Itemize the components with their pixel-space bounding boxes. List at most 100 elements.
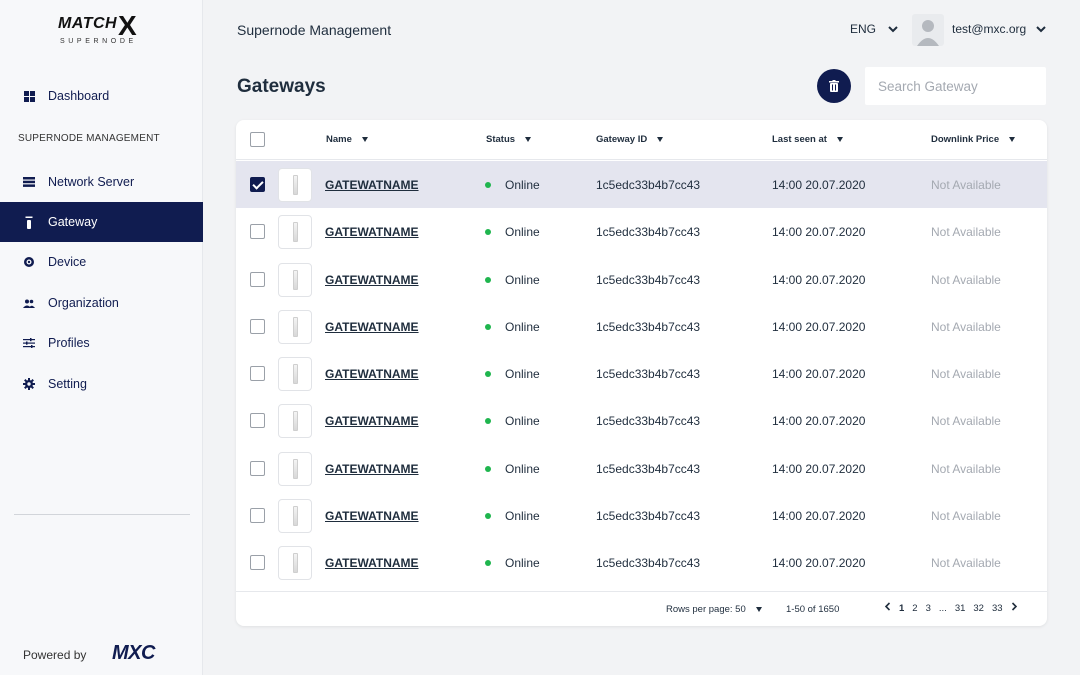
column-header-downlink-price[interactable]: Downlink Price — [931, 134, 1016, 145]
status-dot — [485, 276, 491, 283]
delete-button[interactable] — [817, 69, 851, 103]
trash-icon — [829, 80, 839, 92]
status-dot — [485, 229, 491, 236]
column-label: Status — [486, 134, 516, 145]
row-checkbox[interactable] — [250, 271, 265, 287]
table-row[interactable]: GATEWATNAME Online 1c5edc33b4b7cc43 14:00 2… — [236, 161, 1047, 208]
chevron-down-icon — [888, 22, 898, 36]
sidebar-item-gateway[interactable]: Gateway — [0, 202, 203, 242]
status-text: Online — [505, 461, 540, 476]
table-row[interactable]: GATEWATNAME Online 1c5edc33b4b7cc43 14:00 2… — [236, 492, 1047, 539]
status-dot — [485, 465, 491, 472]
gateway-thumbnail — [278, 262, 312, 297]
table-row[interactable]: GATEWATNAME Online 1c5edc33b4b7cc43 14:00 2… — [236, 445, 1047, 492]
downlink-price: Not Available — [931, 319, 1001, 334]
sort-caret-icon — [361, 137, 368, 142]
sidebar-item-label: Network Server — [48, 175, 135, 189]
gateway-name-link[interactable]: GATEWATNAME — [325, 509, 419, 523]
column-header-last-seen[interactable]: Last seen at — [772, 134, 843, 145]
sidebar: MATCH X SUPERNODE Dashboard SUPERNODE MA… — [0, 0, 203, 675]
dropdown-caret-icon — [755, 607, 762, 612]
sidebar-item-organization[interactable]: Organization — [0, 283, 203, 323]
table-row[interactable]: GATEWATNAME Online 1c5edc33b4b7cc43 14:00 2… — [236, 539, 1047, 586]
gateway-device-icon — [292, 458, 298, 479]
row-checkbox[interactable] — [250, 413, 265, 429]
gateway-id: 1c5edc33b4b7cc43 — [596, 461, 701, 476]
last-seen: 14:00 20.07.2020 — [772, 367, 866, 381]
gateway-thumbnail — [278, 451, 312, 486]
gateway-name-link[interactable]: GATEWATNAME — [325, 462, 419, 476]
column-label: Last seen at — [772, 134, 827, 145]
table-footer: Rows per page: 50 1-50 of 1650 1 2 3... 31 3… — [236, 591, 1047, 626]
pagination-range: 1-50 of 1650 — [786, 604, 840, 615]
sidebar-item-setting[interactable]: Setting — [0, 364, 203, 404]
search-input[interactable] — [865, 67, 1046, 105]
next-page-icon[interactable] — [1007, 602, 1022, 614]
row-checkbox[interactable] — [250, 366, 265, 381]
gateway-device-icon — [292, 222, 298, 243]
row-checkbox[interactable] — [250, 177, 265, 192]
status-text: Online — [505, 556, 540, 570]
page-title: Gateways — [237, 76, 326, 97]
user-menu[interactable]: test@mxc.org — [952, 22, 1046, 36]
status-dot — [485, 512, 491, 519]
table-row[interactable]: GATEWATNAME Online 1c5edc33b4b7cc43 14:00 2… — [236, 397, 1047, 444]
language-label: ENG — [850, 22, 877, 36]
user-avatar-icon — [917, 20, 939, 46]
page-number[interactable]: 3 — [922, 603, 935, 614]
sidebar-item-profiles[interactable]: Profiles — [0, 323, 203, 363]
page-number[interactable]: 33 — [988, 603, 1007, 614]
gateway-name-link[interactable]: GATEWATNAME — [325, 320, 419, 334]
column-header-status[interactable]: Status — [486, 134, 532, 145]
sidebar-item-dashboard[interactable]: Dashboard — [0, 76, 203, 116]
gateway-name-link[interactable]: GATEWATNAME — [325, 225, 419, 239]
gateway-id: 1c5edc33b4b7cc43 — [596, 178, 701, 192]
gateway-thumbnail — [278, 498, 312, 533]
gear-icon — [22, 377, 36, 391]
sidebar-item-label: Profiles — [48, 336, 90, 350]
pagination: 1 2 3... 31 32 33 — [880, 602, 1022, 614]
status-text: Online — [505, 272, 540, 287]
language-selector[interactable]: ENG — [850, 22, 898, 36]
select-all-checkbox[interactable] — [250, 132, 265, 147]
gateway-device-icon — [292, 411, 298, 432]
gateway-name-link[interactable]: GATEWATNAME — [325, 178, 419, 192]
page-number[interactable]: 1 — [895, 603, 908, 614]
column-header-gateway-id[interactable]: Gateway ID — [596, 134, 664, 145]
row-checkbox[interactable] — [250, 224, 265, 240]
status-dot — [485, 182, 491, 188]
rows-per-page-select[interactable]: Rows per page: 50 — [666, 604, 762, 615]
gateway-device-icon — [292, 175, 298, 195]
avatar[interactable] — [912, 14, 944, 46]
table-row[interactable]: GATEWATNAME Online 1c5edc33b4b7cc43 14:00 2… — [236, 208, 1047, 255]
status-dot — [485, 371, 491, 377]
row-checkbox[interactable] — [250, 318, 265, 334]
row-checkbox[interactable] — [250, 507, 265, 523]
row-checkbox[interactable] — [250, 460, 265, 476]
gateway-name-link[interactable]: GATEWATNAME — [325, 556, 419, 570]
matchx-logo[interactable]: MATCH X SUPERNODE — [58, 10, 146, 48]
prev-page-icon[interactable] — [880, 602, 895, 614]
sidebar-item-network-server[interactable]: Network Server — [0, 162, 203, 202]
table-row[interactable]: GATEWATNAME Online 1c5edc33b4b7cc43 14:00 2… — [236, 350, 1047, 397]
table-row[interactable]: GATEWATNAME Online 1c5edc33b4b7cc43 14:00 2… — [236, 303, 1047, 350]
gateway-name-link[interactable]: GATEWATNAME — [325, 273, 419, 287]
sidebar-item-label: Device — [48, 255, 87, 269]
page-number[interactable]: 31 — [951, 603, 970, 614]
gateway-thumbnail — [278, 357, 312, 391]
sidebar-item-device[interactable]: Device — [0, 242, 203, 282]
column-header-name[interactable]: Name — [326, 134, 368, 145]
table-row[interactable]: GATEWATNAME Online 1c5edc33b4b7cc43 14:00 2… — [236, 256, 1047, 303]
page-number[interactable]: 32 — [969, 603, 988, 614]
sidebar-section-label: SUPERNODE MANAGEMENT — [18, 133, 160, 144]
logo-subtitle: SUPERNODE — [60, 38, 137, 45]
row-checkbox[interactable] — [250, 555, 265, 570]
last-seen: 14:00 20.07.2020 — [772, 178, 866, 192]
gateway-name-link[interactable]: GATEWATNAME — [325, 367, 419, 381]
status-text: Online — [505, 367, 540, 381]
gateway-name-link[interactable]: GATEWATNAME — [325, 414, 419, 428]
table-header: Name Status Gateway ID Last seen at Down… — [236, 120, 1047, 160]
page-number[interactable]: 2 — [908, 603, 921, 614]
sidebar-item-label: Dashboard — [48, 89, 110, 103]
sidebar-item-label: Organization — [48, 296, 119, 310]
